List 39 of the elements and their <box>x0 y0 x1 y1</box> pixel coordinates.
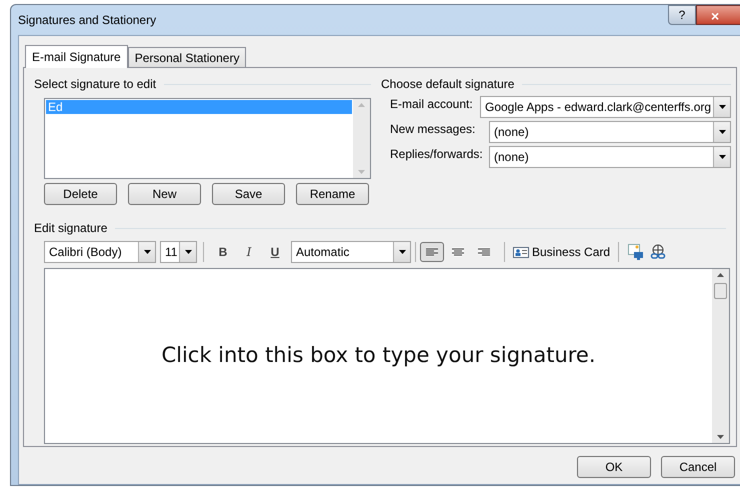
action-button[interactable]: Delete <box>44 183 117 205</box>
action-button[interactable]: Save <box>212 183 285 205</box>
scroll-up-icon[interactable] <box>717 273 724 277</box>
dropdown-field[interactable]: Google Apps - edward.clark@centerffs.org <box>480 96 731 118</box>
action-button[interactable]: Rename <box>296 183 369 205</box>
scrollbar[interactable] <box>712 269 729 443</box>
format-button[interactable]: B <box>210 242 236 262</box>
field-label: E-mail account: <box>390 96 474 112</box>
section-heading: Edit signature <box>34 220 108 237</box>
signature-editor[interactable]: Click into this box to type your signature. <box>44 268 730 444</box>
business-card-button[interactable]: Business Card <box>511 242 612 262</box>
scroll-down-icon[interactable] <box>717 435 724 439</box>
align-right-icon <box>478 248 490 256</box>
tab[interactable]: Personal Stationery <box>128 47 246 67</box>
section-heading: Select signature to edit <box>34 76 156 93</box>
font-dropdown[interactable]: Calibri (Body) <box>44 241 156 263</box>
window-title: Signatures and Stationery <box>18 12 156 29</box>
globe-link-icon <box>650 244 666 260</box>
dialog-button[interactable]: Cancel <box>661 456 735 478</box>
dropdown-field[interactable]: (none) <box>489 121 731 143</box>
size-dropdown[interactable]: 11 <box>160 241 197 263</box>
action-button[interactable]: New <box>128 183 201 205</box>
section-heading: Choose default signature <box>381 76 514 93</box>
field-label: New messages: <box>390 121 476 137</box>
picture-monitor-icon <box>628 244 644 260</box>
dialog-button[interactable]: OK <box>577 456 651 478</box>
align-button[interactable] <box>420 242 444 262</box>
help-button[interactable]: ? <box>668 5 696 25</box>
format-button[interactable]: U <box>262 242 288 262</box>
dropdown-field[interactable]: (none) <box>489 146 731 168</box>
format-button[interactable]: I <box>236 242 262 262</box>
align-left-icon <box>426 248 438 256</box>
tab[interactable]: E-mail Signature <box>25 45 128 68</box>
scroll-thumb[interactable] <box>714 283 727 299</box>
contact-card-icon <box>513 246 529 258</box>
color-dropdown[interactable]: Automatic <box>291 241 411 263</box>
align-center-icon <box>452 248 464 256</box>
field-label: Replies/forwards: <box>390 146 484 162</box>
editor-placeholder: Click into this box to type your signature. <box>161 342 596 370</box>
